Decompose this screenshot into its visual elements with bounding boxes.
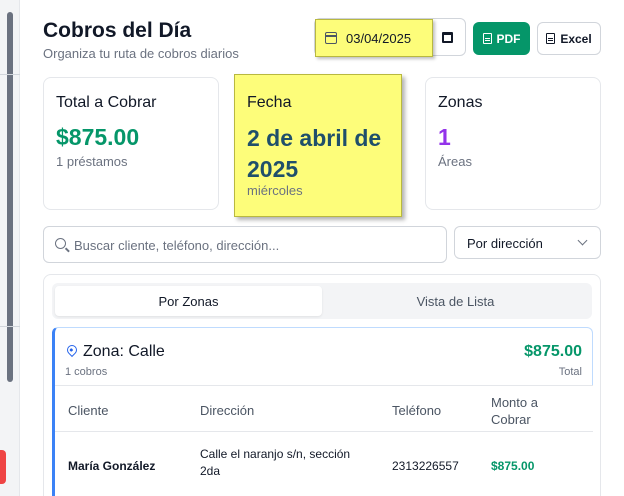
card-sub: miércoles xyxy=(247,183,303,198)
card-zonas: Zonas 1 Áreas xyxy=(425,77,601,210)
card-label: Fecha xyxy=(247,94,292,111)
map-pin-icon xyxy=(64,342,80,358)
page-subtitle: Organiza tu ruta de cobros diarios xyxy=(43,46,239,61)
column-header-telefono: Teléfono xyxy=(392,403,442,418)
zone-title: Zona: Calle xyxy=(83,343,165,360)
rail-divider xyxy=(0,326,20,327)
column-header-cliente: Cliente xyxy=(68,403,109,418)
pdf-button-label: PDF xyxy=(496,31,521,46)
cell-monto: $875.00 xyxy=(491,459,535,473)
card-value: $875.00 xyxy=(56,124,140,150)
zone-total-label: Total xyxy=(558,366,582,378)
card-sub: 1 préstamos xyxy=(56,154,128,169)
card-value: 1 xyxy=(438,124,451,150)
excel-button[interactable]: Excel xyxy=(537,22,601,55)
card-label: Zonas xyxy=(438,94,483,111)
calendar-icon xyxy=(325,32,337,44)
zone-table: Cliente Dirección Teléfono Monto a Cobra… xyxy=(55,385,593,496)
chevron-down-icon xyxy=(577,235,588,246)
zone-card: Zona: Calle 1 cobros $875.00 Total Clien… xyxy=(52,327,593,496)
date-input[interactable]: 03/04/2025 xyxy=(314,18,466,57)
calendar-picker-icon[interactable] xyxy=(442,32,453,43)
pdf-button[interactable]: PDF xyxy=(473,22,530,55)
date-highlight: 03/04/2025 xyxy=(315,19,433,57)
collections-panel: Por Zonas Vista de Lista Zona: Calle 1 c… xyxy=(43,274,601,496)
cell-direccion: Calle el naranjo s/n, sección 2da xyxy=(200,447,351,478)
card-total: Total a Cobrar $875.00 1 préstamos xyxy=(43,77,219,210)
search-input[interactable]: Buscar cliente, teléfono, dirección... xyxy=(43,226,447,263)
tab-vista-lista[interactable]: Vista de Lista xyxy=(322,286,589,316)
search-placeholder: Buscar cliente, teléfono, dirección... xyxy=(74,238,280,253)
card-label: Total a Cobrar xyxy=(56,94,157,111)
zone-total: $875.00 xyxy=(524,343,582,360)
column-header-direccion: Dirección xyxy=(200,403,255,418)
sort-select[interactable]: Por dirección xyxy=(454,226,601,259)
sort-select-value: Por dirección xyxy=(467,236,543,251)
left-rail xyxy=(0,0,20,496)
file-icon xyxy=(546,33,556,44)
date-value[interactable]: 03/04/2025 xyxy=(346,31,411,46)
search-icon xyxy=(55,238,66,249)
file-icon xyxy=(482,33,492,44)
view-tabs: Por Zonas Vista de Lista xyxy=(52,283,592,319)
column-header-monto: Monto a Cobrar xyxy=(491,395,538,427)
cell-cliente[interactable]: María González xyxy=(68,459,155,473)
card-value: 2 de abril de 2025 xyxy=(247,125,382,182)
row-divider xyxy=(55,431,593,432)
app-main: Cobros del Día Organiza tu ruta de cobro… xyxy=(20,0,624,496)
cell-telefono: 2313226557 xyxy=(392,459,459,473)
page-title: Cobros del Día xyxy=(43,19,192,42)
card-sub: Áreas xyxy=(438,154,472,169)
rail-red-marker xyxy=(0,450,6,484)
tab-por-zonas[interactable]: Por Zonas xyxy=(55,286,322,316)
rail-divider xyxy=(0,74,20,75)
card-fecha: Fecha 2 de abril de 2025 miércoles xyxy=(234,74,402,217)
zone-count: 1 cobros xyxy=(65,366,108,378)
excel-button-label: Excel xyxy=(560,31,592,46)
